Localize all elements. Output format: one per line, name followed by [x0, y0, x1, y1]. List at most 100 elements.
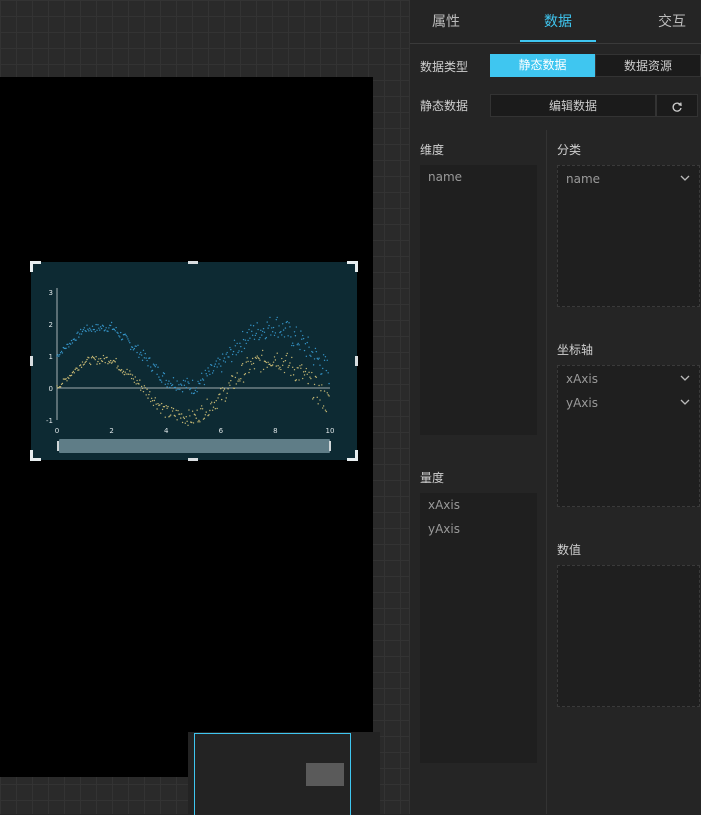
- static-data-option[interactable]: 静态数据: [490, 54, 595, 77]
- scatter-point-series-0: [61, 352, 64, 354]
- scatter-point-series-0: [89, 327, 91, 330]
- data-resource-option[interactable]: 数据资源: [595, 54, 701, 77]
- scatter-point-series-1: [190, 421, 193, 424]
- scatter-point-series-1: [219, 393, 221, 395]
- scatter-point-series-0: [175, 389, 177, 391]
- scatter-point-series-1: [153, 399, 156, 402]
- scatter-point-series-1: [215, 399, 217, 402]
- scatter-point-series-1: [289, 362, 291, 364]
- axis-field-yaxis[interactable]: yAxis: [566, 396, 691, 418]
- scatter-point-series-0: [153, 364, 156, 366]
- scatter-point-series-1: [146, 388, 148, 391]
- measure-label: 量度: [420, 471, 445, 485]
- scatter-point-series-0: [229, 346, 231, 349]
- scatter-point-series-1: [235, 383, 237, 385]
- scatter-point-series-1: [99, 362, 101, 365]
- axis-field-xaxis[interactable]: xAxis: [566, 372, 691, 394]
- measure-field-yaxis[interactable]: yAxis: [428, 522, 460, 536]
- tab-interaction[interactable]: 交互: [658, 0, 686, 43]
- scatter-point-series-0: [275, 318, 278, 321]
- axis-dropzone[interactable]: xAxis yAxis: [557, 365, 700, 507]
- scatter-point-series-1: [217, 397, 219, 399]
- scatter-point-series-0: [137, 344, 139, 347]
- scatter-point-series-0: [120, 331, 122, 334]
- scatter-point-series-1: [273, 356, 276, 358]
- refresh-button[interactable]: [656, 94, 698, 117]
- resize-handle-bottom-left[interactable]: [30, 450, 41, 461]
- scatter-point-series-0: [145, 357, 147, 359]
- scatter-point-series-1: [167, 405, 169, 408]
- resize-handle-left[interactable]: [30, 356, 33, 366]
- category-dropzone[interactable]: name: [557, 165, 700, 307]
- scatter-point-series-1: [239, 380, 241, 382]
- resize-handle-top-left[interactable]: [30, 261, 41, 272]
- edit-data-button[interactable]: 编辑数据: [490, 94, 656, 117]
- resize-handle-bottom-right[interactable]: [347, 450, 358, 461]
- dimension-field-name[interactable]: name: [428, 170, 462, 184]
- scatter-point-series-0: [270, 334, 272, 336]
- resize-handle-right[interactable]: [355, 356, 358, 366]
- scatter-point-series-1: [231, 375, 234, 377]
- scatter-point-series-1: [315, 376, 318, 379]
- scatter-point-series-0: [328, 382, 330, 385]
- scatter-point-series-1: [161, 408, 164, 411]
- dimension-label: 维度: [420, 143, 445, 157]
- scatter-point-series-0: [281, 334, 283, 336]
- tab-properties[interactable]: 属性: [432, 0, 460, 43]
- scatter-point-series-1: [95, 356, 97, 358]
- scatter-point-series-0: [88, 330, 90, 332]
- scatter-point-series-0: [142, 349, 145, 352]
- dimension-dropzone[interactable]: name: [420, 165, 537, 435]
- scatter-point-series-1: [109, 359, 112, 362]
- scatter-point-series-1: [135, 383, 137, 385]
- scatter-point-series-1: [78, 369, 80, 371]
- y-tick-label: -1: [46, 417, 53, 425]
- scatter-point-series-0: [231, 353, 234, 356]
- y-tick-label: 1: [49, 353, 53, 361]
- minimap[interactable]: [188, 732, 380, 815]
- scatter-point-series-0: [132, 349, 135, 351]
- scatter-point-series-1: [155, 403, 157, 405]
- scatter-point-series-1: [200, 408, 202, 410]
- scatter-point-series-0: [152, 363, 155, 365]
- scatter-point-series-0: [307, 336, 309, 338]
- scatter-point-series-1: [102, 354, 105, 357]
- scatter-point-series-1: [110, 362, 113, 364]
- scatter-point-series-1: [252, 362, 255, 365]
- category-field-name[interactable]: name: [566, 172, 691, 194]
- resize-handle-top[interactable]: [188, 261, 198, 264]
- scatter-point-series-1: [206, 398, 208, 400]
- scatter-point-series-1: [276, 352, 278, 354]
- scatter-point-series-1: [143, 385, 146, 387]
- scatter-point-series-1: [184, 422, 187, 424]
- scatter-point-series-0: [179, 388, 181, 391]
- scatter-point-series-1: [242, 381, 245, 383]
- scatter-point-series-0: [144, 352, 146, 355]
- scatter-point-series-1: [262, 368, 265, 371]
- scatter-point-series-1: [291, 366, 294, 369]
- value-dropzone[interactable]: [557, 565, 700, 707]
- scatter-point-series-1: [301, 364, 303, 366]
- scatter-point-series-0: [308, 346, 310, 348]
- measure-field-xaxis[interactable]: xAxis: [428, 498, 460, 512]
- scatter-point-series-1: [164, 416, 166, 418]
- scatter-point-series-1: [185, 416, 187, 418]
- tab-data[interactable]: 数据: [544, 0, 572, 43]
- scatter-point-series-1: [166, 407, 168, 410]
- chevron-down-icon[interactable]: [679, 396, 691, 411]
- scatter-point-series-1: [175, 409, 177, 412]
- axis-label: 坐标轴: [557, 343, 594, 357]
- resize-handle-top-right[interactable]: [347, 261, 358, 272]
- measure-dropzone[interactable]: xAxis yAxis: [420, 493, 537, 763]
- scatter-point-series-1: [292, 374, 295, 376]
- design-canvas[interactable]: -1 0 1 2 3 0 2 4 6 8 10: [0, 0, 409, 815]
- resize-handle-bottom[interactable]: [188, 458, 198, 461]
- scatter-point-series-0: [244, 339, 247, 341]
- scatter-point-series-0: [133, 347, 136, 350]
- scatter-point-series-0: [276, 316, 278, 319]
- scatter-point-series-1: [81, 361, 84, 363]
- chevron-down-icon[interactable]: [679, 372, 691, 387]
- scatter-point-series-1: [159, 404, 161, 406]
- chevron-down-icon[interactable]: [679, 172, 691, 187]
- chart-widget[interactable]: -1 0 1 2 3 0 2 4 6 8 10: [30, 261, 358, 461]
